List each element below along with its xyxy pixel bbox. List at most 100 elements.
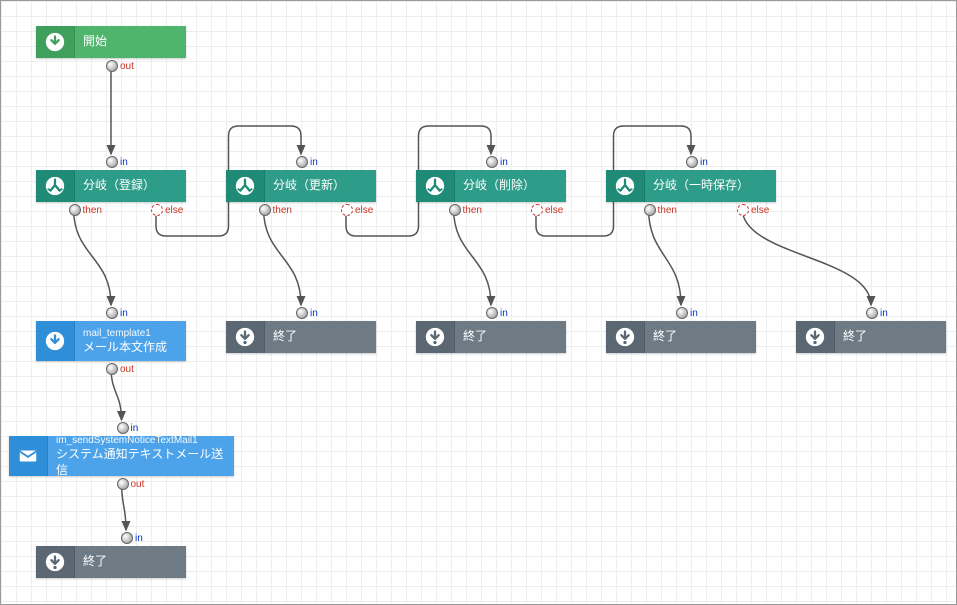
node-b4[interactable]: 分岐（一時保存） [606,170,776,202]
node-title: 終了 [273,329,368,345]
node-b3[interactable]: 分岐（削除） [416,170,566,202]
node-title: 終了 [653,329,748,345]
port-label: in [131,423,139,434]
port-end2-in[interactable]: in [296,307,318,319]
node-end1[interactable]: 終了 [36,546,186,578]
end-icon [226,321,265,353]
node-title: 終了 [83,554,178,570]
port-dot[interactable] [296,307,308,319]
node-end4[interactable]: 終了 [606,321,756,353]
node-end2[interactable]: 終了 [226,321,376,353]
port-dot[interactable] [106,307,118,319]
port-label: in [700,157,708,168]
port-dot[interactable] [676,307,688,319]
node-end3[interactable]: 終了 [416,321,566,353]
port-label: out [120,61,134,72]
port-label: then [273,205,292,216]
node-body: im_sendSystemNoticeTextMail1システム通知テキストメー… [48,436,234,476]
node-title: システム通知テキストメール送信 [56,447,226,478]
node-title: 分岐（更新） [273,178,368,194]
port-b4-in[interactable]: in [686,156,708,168]
port-end5-in[interactable]: in [866,307,888,319]
node-title: 分岐（削除） [463,178,558,194]
port-label: then [83,205,102,216]
port-dot[interactable] [449,204,461,216]
port-dot[interactable] [644,204,656,216]
end-icon [796,321,835,353]
port-dot[interactable] [486,156,498,168]
port-label: out [120,364,134,375]
port-mail-in[interactable]: in [106,307,128,319]
port-label: else [355,205,373,216]
node-body: 分岐（削除） [455,170,566,202]
port-dot[interactable] [259,204,271,216]
port-dot[interactable] [296,156,308,168]
edge-b1-then-to-mail-in [74,208,112,305]
branch-icon [226,170,265,202]
node-start[interactable]: 開始 [36,26,186,58]
port-dot[interactable] [486,307,498,319]
node-title: 終了 [843,329,938,345]
port-end4-in[interactable]: in [676,307,698,319]
node-body: 終了 [265,321,376,353]
node-body: 終了 [835,321,946,353]
port-b3-then[interactable]: then [449,204,482,216]
edge-b3-then-to-end3-in [454,208,492,305]
port-b1-then[interactable]: then [69,204,102,216]
node-body: 分岐（一時保存） [645,170,776,202]
port-label: in [880,308,888,319]
port-dot[interactable] [69,204,81,216]
port-mail-out[interactable]: out [106,363,134,375]
port-b2-else[interactable]: else [341,204,373,216]
port-dot[interactable] [737,204,749,216]
port-dot[interactable] [531,204,543,216]
port-dot[interactable] [121,532,133,544]
port-send-in[interactable]: in [117,422,139,434]
port-start-out[interactable]: out [106,60,134,72]
port-dot[interactable] [866,307,878,319]
port-dot[interactable] [341,204,353,216]
port-b4-else[interactable]: else [737,204,769,216]
port-b3-else[interactable]: else [531,204,563,216]
node-title: 終了 [463,329,558,345]
port-b1-else[interactable]: else [151,204,183,216]
port-label: else [545,205,563,216]
port-b2-then[interactable]: then [259,204,292,216]
port-dot[interactable] [106,156,118,168]
port-dot[interactable] [686,156,698,168]
branch-icon [606,170,645,202]
node-b1[interactable]: 分岐（登録） [36,170,186,202]
node-body: 開始 [75,26,186,58]
port-end1-in[interactable]: in [121,532,143,544]
task-icon [9,436,48,476]
port-label: in [690,308,698,319]
end-icon [416,321,455,353]
port-dot[interactable] [117,478,129,490]
node-b2[interactable]: 分岐（更新） [226,170,376,202]
node-send[interactable]: im_sendSystemNoticeTextMail1システム通知テキストメー… [9,436,234,476]
node-mail[interactable]: mail_template1メール本文作成 [36,321,186,361]
port-b4-then[interactable]: then [644,204,677,216]
port-send-out[interactable]: out [117,478,145,490]
port-dot[interactable] [106,363,118,375]
port-b1-in[interactable]: in [106,156,128,168]
port-label: in [120,157,128,168]
edge-b4-then-to-end4-in [649,208,682,305]
port-label: else [751,205,769,216]
port-end3-in[interactable]: in [486,307,508,319]
port-b2-in[interactable]: in [296,156,318,168]
port-b3-in[interactable]: in [486,156,508,168]
node-title: 分岐（登録） [83,178,178,194]
node-end5[interactable]: 終了 [796,321,946,353]
end-icon [36,546,75,578]
branch-icon [36,170,75,202]
port-label: else [165,205,183,216]
port-dot[interactable] [106,60,118,72]
node-body: mail_template1メール本文作成 [75,321,186,361]
edge-layer [1,1,956,604]
flow-canvas[interactable]: 開始分岐（登録） 分岐（更新） 分岐（削除） 分岐（一時保存） mail_templat… [0,0,957,605]
node-title: メール本文作成 [83,340,178,356]
port-dot[interactable] [151,204,163,216]
node-body: 分岐（更新） [265,170,376,202]
port-dot[interactable] [117,422,129,434]
